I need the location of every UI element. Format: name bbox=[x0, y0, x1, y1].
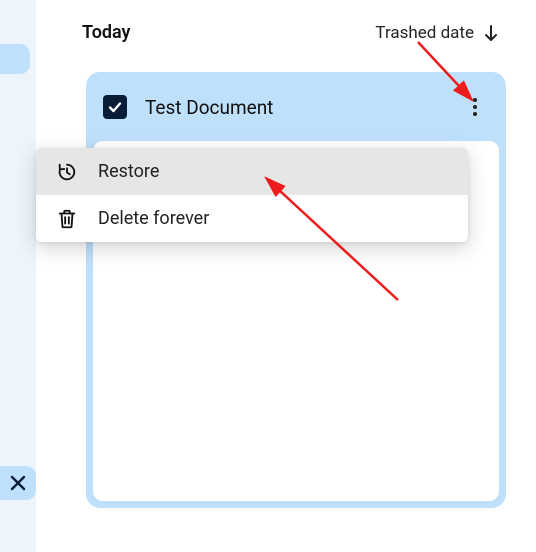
doc-title: Test Document bbox=[145, 96, 461, 119]
trash-doc-row[interactable]: Test Document bbox=[87, 73, 505, 141]
menu-item-restore[interactable]: Restore bbox=[36, 148, 468, 195]
trash-icon bbox=[56, 208, 78, 230]
trash-day-card: Test Document bbox=[86, 72, 506, 508]
more-actions-button[interactable] bbox=[461, 93, 489, 121]
sidebar-close-button[interactable] bbox=[0, 466, 36, 500]
menu-item-label: Delete forever bbox=[98, 208, 209, 229]
context-menu: Restore Delete forever bbox=[36, 148, 468, 242]
sidebar-gutter bbox=[0, 0, 36, 552]
kebab-icon bbox=[473, 98, 477, 116]
check-icon bbox=[107, 99, 123, 115]
sort-toggle[interactable]: Trashed date bbox=[375, 23, 500, 43]
section-title: Today bbox=[82, 22, 131, 43]
close-icon bbox=[9, 474, 27, 492]
trash-header: Today Trashed date bbox=[82, 22, 500, 43]
history-icon bbox=[56, 161, 78, 183]
menu-item-label: Restore bbox=[98, 161, 159, 182]
doc-checkbox[interactable] bbox=[103, 95, 127, 119]
sort-label: Trashed date bbox=[375, 23, 474, 43]
arrow-down-icon bbox=[482, 24, 500, 42]
sidebar-tab bbox=[0, 44, 30, 74]
menu-item-delete-forever[interactable]: Delete forever bbox=[36, 195, 468, 242]
